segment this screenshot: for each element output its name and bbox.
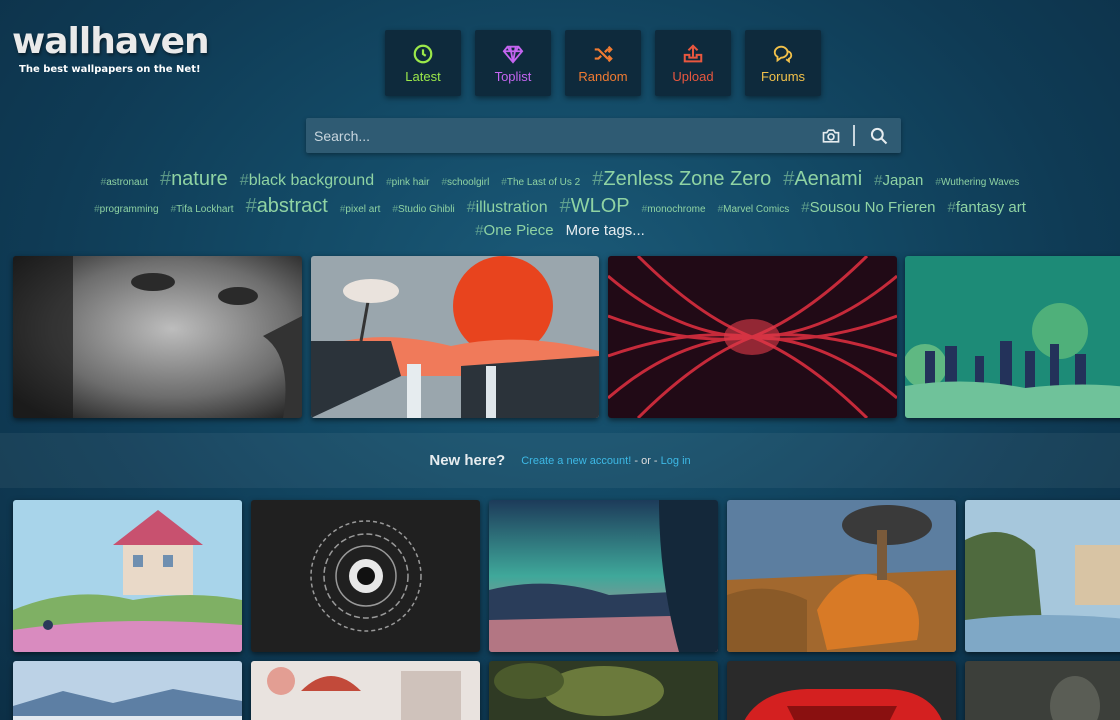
nav-toplist-label: Toplist bbox=[494, 68, 532, 84]
tagline: The best wallpapers on the Net! bbox=[19, 64, 201, 75]
featured-wallpaper-sunset-waterfall[interactable] bbox=[311, 256, 599, 418]
tag-link[interactable]: #programming bbox=[94, 204, 158, 215]
wallpaper-thumb-umbrella[interactable] bbox=[251, 661, 480, 720]
or-separator: - or - bbox=[634, 454, 658, 467]
featured-wallpaper-city[interactable] bbox=[905, 256, 1120, 418]
wallpaper-thumb-aurora-lake[interactable] bbox=[489, 500, 718, 652]
wallpaper-thumb-mountains[interactable] bbox=[13, 661, 242, 720]
nav-toplist-button[interactable]: Toplist bbox=[475, 30, 551, 96]
tag-link[interactable]: #Studio Ghibli bbox=[392, 204, 454, 215]
chat-icon bbox=[773, 45, 793, 63]
wallpaper-thumb-house-meadow[interactable] bbox=[13, 500, 242, 652]
tag-row: #One Piece More tags... bbox=[0, 222, 1120, 244]
new-here-links: Create a new account! - or - Log in bbox=[521, 455, 690, 467]
create-account-link[interactable]: Create a new account! bbox=[521, 455, 631, 467]
more-tags-link[interactable]: More tags... bbox=[566, 222, 645, 239]
tag-link[interactable]: #WLOP bbox=[560, 195, 630, 218]
nav-latest-label: Latest bbox=[405, 68, 441, 84]
new-here-banner: New here? Create a new account! - or - L… bbox=[0, 433, 1120, 488]
search-separator bbox=[853, 125, 855, 146]
search-icon[interactable] bbox=[869, 126, 889, 146]
main-nav: Latest Toplist Random Upload Forums bbox=[385, 30, 821, 96]
upload-icon bbox=[683, 43, 703, 62]
nav-upload-button[interactable]: Upload bbox=[655, 30, 731, 96]
tag-link[interactable]: #Tifa Lockhart bbox=[171, 204, 234, 215]
tag-link[interactable]: #schoolgirl bbox=[441, 177, 489, 188]
tag-link[interactable]: #fantasy art bbox=[948, 199, 1026, 216]
tag-row: #astronaut #nature #black background #pi… bbox=[0, 168, 1120, 195]
wallpaper-thumb-forest[interactable] bbox=[489, 661, 718, 720]
tag-link[interactable]: #The Last of Us 2 bbox=[501, 177, 580, 188]
tag-link[interactable]: #abstract bbox=[246, 195, 328, 218]
tag-link[interactable]: #Marvel Comics bbox=[718, 204, 790, 215]
tag-row: #programming #Tifa Lockhart #abstract #p… bbox=[0, 195, 1120, 222]
tag-link[interactable]: #astronaut bbox=[101, 177, 148, 188]
clock-icon bbox=[413, 44, 433, 63]
camera-icon[interactable] bbox=[821, 126, 841, 146]
wallpaper-thumb-red-car[interactable] bbox=[727, 661, 956, 720]
new-here-title: New here? bbox=[429, 452, 506, 469]
nav-forums-button[interactable]: Forums bbox=[745, 30, 821, 96]
nav-latest-button[interactable]: Latest bbox=[385, 30, 461, 96]
tag-link[interactable]: #black background bbox=[240, 172, 374, 190]
tag-link[interactable]: #Zenless Zone Zero bbox=[592, 168, 771, 191]
login-link[interactable]: Log in bbox=[661, 455, 691, 467]
wallpaper-thumb-eye-spiral[interactable] bbox=[251, 500, 480, 652]
logo-text: wallhaven bbox=[12, 21, 210, 62]
nav-random-button[interactable]: Random bbox=[565, 30, 641, 96]
tag-link[interactable]: #One Piece bbox=[475, 222, 553, 239]
featured-wallpaper-portrait[interactable] bbox=[13, 256, 302, 418]
wallpaper-thumb-dark-scene[interactable] bbox=[965, 661, 1120, 720]
tag-link[interactable]: #pixel art bbox=[340, 204, 381, 215]
nav-forums-label: Forums bbox=[760, 68, 806, 84]
wallpaper-thumb-coastal-village[interactable] bbox=[965, 500, 1120, 652]
tag-link[interactable]: #Wuthering Waves bbox=[935, 177, 1019, 188]
shuffle-icon bbox=[594, 45, 613, 62]
nav-random-label: Random bbox=[578, 68, 628, 84]
featured-wallpaper-red-abstract[interactable] bbox=[608, 256, 897, 418]
tag-link[interactable]: #nature bbox=[160, 168, 228, 191]
site-logo[interactable]: wallhaven The best wallpapers on the Net… bbox=[12, 21, 210, 76]
search-input[interactable] bbox=[306, 118, 806, 153]
tag-link[interactable]: #pink hair bbox=[386, 177, 429, 188]
nav-upload-label: Upload bbox=[672, 68, 714, 84]
tag-link[interactable]: #Sousou No Frieren bbox=[801, 199, 935, 216]
wallpaper-thumb-dragon-castle[interactable] bbox=[727, 500, 956, 652]
search-bar bbox=[306, 118, 901, 153]
tag-link[interactable]: #Japan bbox=[874, 172, 923, 189]
diamond-icon bbox=[502, 45, 524, 64]
tag-link[interactable]: #Aenami bbox=[783, 168, 862, 191]
popular-tags: #astronaut #nature #black background #pi… bbox=[0, 168, 1120, 244]
tag-link[interactable]: #illustration bbox=[467, 199, 548, 217]
tag-link[interactable]: #monochrome bbox=[642, 204, 706, 215]
